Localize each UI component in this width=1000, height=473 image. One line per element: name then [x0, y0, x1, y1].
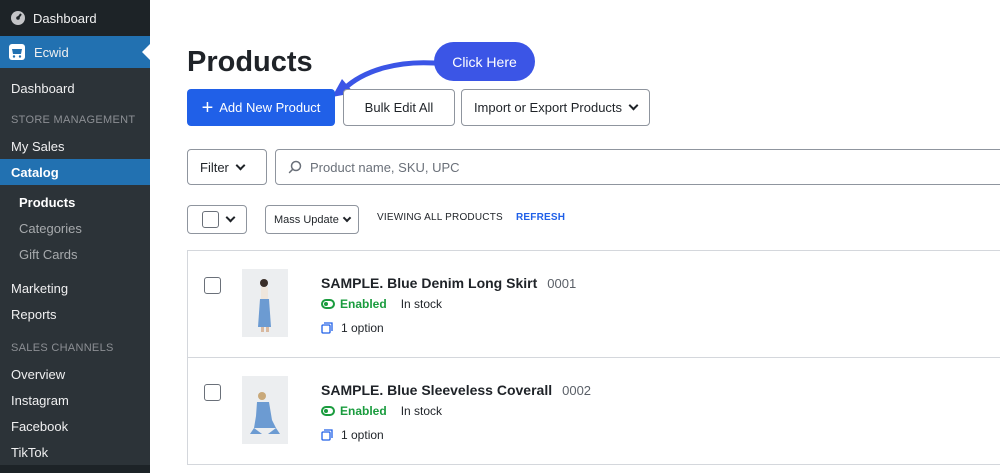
sidebar-item-label: Ecwid — [34, 44, 69, 60]
filter-label: Filter — [200, 159, 229, 175]
sidebar-item-label: Dashboard — [33, 10, 97, 26]
search-input[interactable] — [310, 159, 910, 175]
product-thumbnail[interactable] — [242, 269, 288, 337]
product-sku: 0001 — [547, 276, 577, 291]
product-status: Enabled In stock — [321, 404, 442, 418]
product-name[interactable]: SAMPLE. Blue Denim Long Skirt 0001 — [321, 275, 576, 291]
chevron-down-icon — [342, 213, 352, 222]
product-list: SAMPLE. Blue Denim Long Skirt 0001 Enable… — [187, 250, 1000, 465]
admin-sidebar: Dashboard Ecwid Dashboard STORE MANAGEME… — [0, 0, 150, 473]
product-status: Enabled In stock — [321, 297, 442, 311]
enabled-badge: Enabled — [340, 404, 387, 418]
import-export-button[interactable]: Import or Export Products — [461, 89, 650, 126]
product-thumbnail[interactable] — [242, 376, 288, 444]
toggle-on-icon — [321, 299, 335, 309]
ecwid-submenu: Dashboard STORE MANAGEMENT My Sales Cata… — [0, 68, 150, 465]
add-new-product-button[interactable]: + Add New Product — [187, 89, 335, 126]
product-search-box — [275, 149, 1000, 185]
sidebar-item-marketing[interactable]: Marketing — [0, 275, 150, 301]
mass-update-dropdown[interactable]: Mass Update — [265, 205, 359, 234]
row-checkbox[interactable] — [204, 277, 221, 294]
add-new-product-label: Add New Product — [219, 100, 321, 115]
row-checkbox[interactable] — [204, 384, 221, 401]
plus-icon: + — [201, 96, 214, 119]
mass-update-label: Mass Update — [274, 213, 339, 226]
import-export-label: Import or Export Products — [473, 100, 623, 115]
stock-status: In stock — [400, 404, 443, 418]
copy-icon — [321, 322, 333, 334]
sidebar-item-reports[interactable]: Reports — [0, 301, 150, 327]
sidebar-item-dashboard-top[interactable]: Dashboard — [0, 0, 150, 36]
sidebar-item-instagram[interactable]: Instagram — [0, 387, 150, 413]
sidebar-item-facebook[interactable]: Facebook — [0, 413, 150, 439]
product-name[interactable]: SAMPLE. Blue Sleeveless Coverall 0002 — [321, 382, 591, 398]
select-all-checkbox[interactable] — [202, 211, 219, 228]
copy-icon — [321, 429, 333, 441]
chevron-down-icon — [225, 212, 236, 223]
product-image-skirt — [242, 269, 288, 337]
click-here-callout: Click Here — [434, 42, 535, 81]
viewing-status-text: VIEWING ALL PRODUCTS — [377, 212, 503, 223]
bulk-edit-all-button[interactable]: Bulk Edit All — [343, 89, 455, 126]
catalog-submenu: Products Categories Gift Cards — [0, 185, 150, 273]
ecwid-cart-icon — [9, 44, 25, 60]
product-sku: 0002 — [562, 383, 592, 398]
sidebar-item-overview[interactable]: Overview — [0, 361, 150, 387]
sidebar-item-catalog[interactable]: Catalog — [0, 159, 150, 185]
select-all-dropdown[interactable] — [187, 205, 247, 234]
enabled-badge: Enabled — [340, 297, 387, 311]
sidebar-item-ecwid[interactable]: Ecwid — [0, 36, 150, 68]
sidebar-item-dashboard[interactable]: Dashboard — [0, 75, 150, 101]
sidebar-subitem-categories[interactable]: Categories — [0, 215, 150, 241]
product-row[interactable]: SAMPLE. Blue Sleeveless Coverall 0002 Ena… — [187, 358, 1000, 465]
refresh-link[interactable]: REFRESH — [516, 212, 565, 223]
chevron-down-icon — [628, 100, 639, 111]
sidebar-section-sales-channels: SALES CHANNELS — [11, 342, 114, 354]
product-row[interactable]: SAMPLE. Blue Denim Long Skirt 0001 Enable… — [187, 251, 1000, 358]
toggle-on-icon — [321, 406, 335, 416]
sidebar-subitem-gift-cards[interactable]: Gift Cards — [0, 241, 150, 267]
sidebar-item-my-sales[interactable]: My Sales — [0, 133, 150, 159]
product-options: 1 option — [321, 321, 384, 335]
chevron-down-icon — [235, 160, 246, 170]
sidebar-item-tiktok[interactable]: TikTok — [0, 439, 150, 465]
main-content: Products Click Here + Add New Product Bu… — [150, 0, 1000, 473]
dashboard-gauge-icon — [11, 11, 25, 25]
bulk-edit-label: Bulk Edit All — [364, 100, 434, 115]
sidebar-subitem-products[interactable]: Products — [0, 189, 150, 215]
product-options: 1 option — [321, 428, 384, 442]
product-image-coverall — [242, 376, 288, 444]
stock-status: In stock — [400, 297, 443, 311]
filter-dropdown[interactable]: Filter — [187, 149, 267, 185]
sidebar-section-store-management: STORE MANAGEMENT — [11, 114, 136, 126]
search-icon — [288, 160, 302, 174]
page-title: Products — [187, 46, 313, 78]
